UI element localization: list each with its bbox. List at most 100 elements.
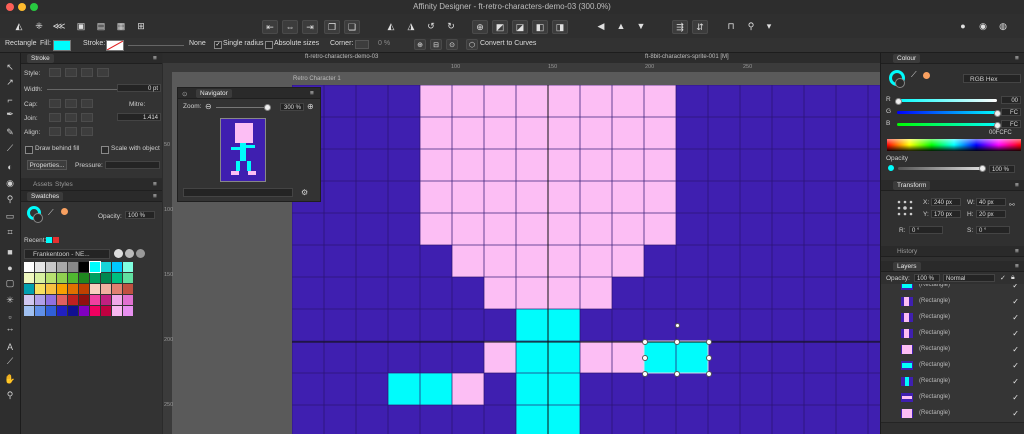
color-picker-tool-icon[interactable]: ⚲ [4,194,16,205]
artboard-tool-icon[interactable]: ↔ [4,322,16,333]
palette-dropdown[interactable]: Frankentoon - NE... [24,249,110,259]
b-field[interactable]: FC [1001,120,1021,128]
swatch[interactable] [90,306,100,316]
swatch[interactable] [68,284,78,294]
tab-transform[interactable]: Transform [893,181,931,190]
selection-handle[interactable] [642,371,648,377]
swatch[interactable] [101,306,111,316]
cap-butt-button[interactable] [49,99,61,108]
swatch[interactable] [57,262,67,272]
tab-history[interactable]: History [893,247,921,256]
stroke-color-ring[interactable] [33,213,43,223]
swatch[interactable] [68,306,78,316]
join-miter-button[interactable] [49,113,61,122]
rotation-field[interactable]: 0 ° [909,226,943,234]
zoom-slider[interactable] [216,107,270,108]
swatch[interactable] [101,284,111,294]
r-field[interactable]: 00 [1001,96,1021,104]
link-icon[interactable]: ⚲ [744,20,758,32]
swatch[interactable] [46,273,56,283]
panel-menu-icon[interactable]: ≡ [1011,181,1023,190]
flip-vertical-icon[interactable]: ◮ [404,20,418,32]
selection-handle[interactable] [706,339,712,345]
layer-visibility-check-icon[interactable]: ✓ [1012,345,1019,354]
layer-visibility-check-icon[interactable]: ✓ [1012,361,1019,370]
swatch[interactable] [79,284,89,294]
swatch[interactable] [68,295,78,305]
pixel-art[interactable] [292,85,880,434]
hex-value[interactable]: 00FCFC [989,130,1012,136]
studio-export-icon[interactable]: ◉ [976,20,990,32]
place-image-tool-icon[interactable]: ▭ [4,211,16,222]
panel-menu-icon[interactable]: ≡ [1011,54,1023,63]
node-tool-icon[interactable]: ↗ [4,77,16,88]
visibility-check-icon[interactable]: ✓ [1000,274,1006,282]
studio-more-icon[interactable]: ◍ [996,20,1010,32]
swatch[interactable] [79,295,89,305]
tab-navigator[interactable]: Navigator [196,89,232,98]
selection-handle[interactable] [674,339,680,345]
view-mode-icon[interactable]: ▤ [94,20,108,32]
swatch-add-icon[interactable] [136,249,145,258]
blend-mode-dropdown[interactable]: Normal [943,274,995,282]
opacity-field[interactable]: 100 % [125,211,155,219]
r-slider[interactable] [897,99,997,102]
align-center-button[interactable] [65,127,77,136]
align-outside-button[interactable] [81,127,93,136]
panel-menu-icon[interactable]: ≡ [1011,262,1023,271]
swatch[interactable] [89,261,101,273]
zoom-field[interactable]: 300 % [280,103,304,111]
cap-square-button[interactable] [81,99,93,108]
join-round-button[interactable] [65,113,77,122]
persona-pixel-icon[interactable]: ⁜ [32,20,46,32]
align-right-icon[interactable]: ⇥ [302,20,318,34]
context-swatch-icon[interactable] [61,208,68,215]
share-icon[interactable]: ⋘ [52,20,66,32]
swatch[interactable] [101,262,111,272]
width-slider[interactable] [47,89,117,90]
selection-handle[interactable] [642,355,648,361]
selection-handle[interactable] [706,355,712,361]
order-icon[interactable]: ⇶ [672,20,688,34]
swatch[interactable] [35,306,45,316]
artboard[interactable] [292,85,880,434]
layer-row[interactable]: (Rectangle) ✓ [881,342,1024,359]
swatch-gradient-icon[interactable] [125,249,134,258]
swatch[interactable] [79,262,89,272]
zoom-tool-icon[interactable]: ⚲ [4,390,16,401]
vector-crop-tool-icon[interactable]: ▫ [4,311,16,322]
zoom-in-icon[interactable]: ⊕ [307,102,314,111]
tab-styles[interactable]: Styles [51,180,77,189]
swatch[interactable] [112,262,122,272]
close-panel-icon[interactable]: ⊙ [178,89,191,99]
layer-row[interactable]: (Rectangle) ✓ [881,326,1024,343]
swatch[interactable] [24,284,34,294]
swatch[interactable] [35,262,45,272]
mitre-field[interactable]: 1.414 [117,113,161,121]
zoom-slider-knob[interactable] [264,104,271,111]
insert-icon[interactable]: ▼ [634,20,648,32]
layer-row[interactable]: (Rectangle) ✓ [881,390,1024,407]
recent-swatch[interactable] [53,237,59,243]
geometry-subtract-icon[interactable]: ◪ [512,20,528,34]
colour-spectrum[interactable] [887,139,1021,151]
join-bevel-button[interactable] [81,113,93,122]
layers-opacity-field[interactable]: 100 % [914,274,940,282]
colour-opacity-slider[interactable] [898,167,982,170]
swatch[interactable] [68,273,78,283]
distribute-icon[interactable]: ⇵ [692,20,708,34]
h-field[interactable]: 20 px [976,210,1006,218]
x-field[interactable]: 240 px [931,198,961,206]
tab-colour[interactable]: Colour [893,54,921,63]
stroke-width-slider[interactable] [128,45,184,46]
swatch[interactable] [46,284,56,294]
transform-origin-icon[interactable]: ⊕ [414,39,426,50]
style-none-button[interactable] [49,68,61,77]
swatch[interactable] [35,284,45,294]
align-left-icon[interactable]: ⇤ [262,20,278,34]
color-picker-icon[interactable]: ⟋ [911,70,917,80]
swatch[interactable] [35,295,45,305]
swatch[interactable] [24,295,34,305]
absolute-sizes-checkbox[interactable] [265,41,273,49]
layer-visibility-check-icon[interactable]: ✓ [1012,409,1019,418]
